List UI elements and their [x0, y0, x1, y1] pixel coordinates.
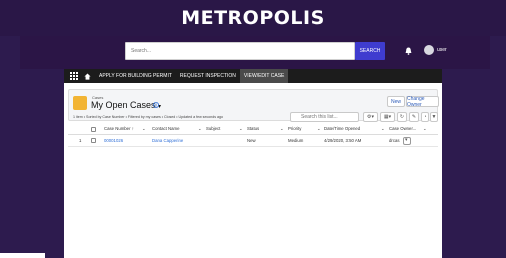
table-icon: ▦▾ — [383, 114, 392, 120]
pin-icon[interactable] — [153, 102, 159, 108]
row-checkbox[interactable] — [91, 138, 96, 143]
app-launcher-icon[interactable] — [70, 72, 78, 80]
global-search-input[interactable] — [125, 42, 355, 60]
header-bar: SEARCH user — [20, 36, 490, 69]
chart-button[interactable]: ◔ — [421, 112, 429, 122]
new-button[interactable]: New — [387, 96, 405, 107]
column-header-case-owner[interactable]: Case Owner... — [389, 126, 416, 131]
list-header: Cases My Open Cases ▾ 1 item • Sorted by… — [68, 89, 439, 122]
table-row: 1 00001026 Dana Capperine New Medium 4/2… — [68, 135, 438, 147]
chart-icon: ◔ — [423, 114, 427, 120]
chevron-down-icon[interactable]: ⌄ — [198, 126, 202, 132]
search-button[interactable]: SEARCH — [355, 42, 385, 60]
nav-item-request-inspection[interactable]: REQUEST INSPECTION — [176, 69, 240, 83]
nav-bar: APPLY FOR BUILDING PERMIT REQUEST INSPEC… — [64, 69, 442, 83]
display-as-button[interactable]: ▦▾ — [380, 112, 395, 122]
refresh-button[interactable]: ↻ — [397, 112, 407, 122]
edit-list-button[interactable]: ✎ — [409, 112, 419, 122]
row-actions-button[interactable]: ▾ — [403, 137, 411, 145]
list-settings-button[interactable]: ⚙▾ — [363, 112, 378, 122]
list-search-input[interactable] — [290, 112, 359, 122]
refresh-icon: ↻ — [399, 114, 405, 120]
nav-item-view-edit-case[interactable]: VIEW/EDIT CASE — [239, 69, 289, 83]
chevron-down-icon[interactable]: ⌄ — [423, 126, 427, 132]
filter-button[interactable]: ▼ — [430, 112, 438, 122]
list-meta: 1 item • Sorted by Case Number • Filtere… — [73, 115, 224, 119]
row-number: 1 — [79, 138, 82, 143]
avatar[interactable] — [424, 45, 434, 55]
column-header-case-number[interactable]: Case Number ↑ — [104, 126, 134, 131]
chevron-down-icon: ▾ — [405, 137, 408, 143]
status-cell: New — [247, 138, 256, 143]
filter-icon: ▼ — [431, 114, 437, 120]
nav-item-apply-building-permit[interactable]: APPLY FOR BUILDING PERMIT — [95, 69, 176, 83]
pencil-icon: ✎ — [411, 114, 417, 120]
change-owner-button[interactable]: Change Owner — [406, 96, 439, 108]
bottom-strip — [0, 253, 45, 258]
case-number-link[interactable]: 00001026 — [104, 138, 123, 143]
brand-bar: METROPOLIS — [0, 0, 506, 36]
column-header-priority[interactable]: Priority — [288, 126, 301, 131]
list-view-title-text: My Open Cases — [91, 100, 156, 110]
user-menu[interactable]: user — [437, 47, 447, 53]
column-header-date-opened[interactable]: Date/Time Opened — [324, 126, 360, 131]
chevron-down-icon[interactable]: ⌄ — [239, 126, 243, 132]
list-view-panel: Cases My Open Cases ▾ 1 item • Sorted by… — [64, 83, 442, 258]
case-owner-cell[interactable]: drcas — [389, 138, 400, 143]
brand-title: METROPOLIS — [181, 7, 325, 29]
cases-object-icon — [73, 96, 87, 110]
chevron-down-icon[interactable]: ⌄ — [142, 126, 146, 132]
home-icon[interactable] — [84, 72, 91, 80]
chevron-down-icon[interactable]: ⌄ — [317, 126, 321, 132]
table-header: Case Number ↑ Contact Name Subject Statu… — [68, 124, 438, 135]
date-opened-cell: 4/29/2020, 3:50 AM — [324, 138, 362, 143]
chevron-down-icon[interactable]: ⌄ — [280, 126, 284, 132]
notification-bell-icon[interactable] — [405, 47, 412, 55]
contact-name-link[interactable]: Dana Capperine — [152, 138, 183, 143]
list-view-title[interactable]: My Open Cases ▾ — [91, 100, 161, 110]
select-all-checkbox[interactable] — [91, 127, 96, 132]
column-header-subject[interactable]: Subject — [206, 126, 220, 131]
column-header-status[interactable]: Status — [247, 126, 259, 131]
chevron-down-icon[interactable]: ⌄ — [381, 126, 385, 132]
column-header-contact-name[interactable]: Contact Name — [152, 126, 179, 131]
priority-cell: Medium — [288, 138, 304, 143]
gear-icon: ⚙▾ — [367, 114, 374, 120]
